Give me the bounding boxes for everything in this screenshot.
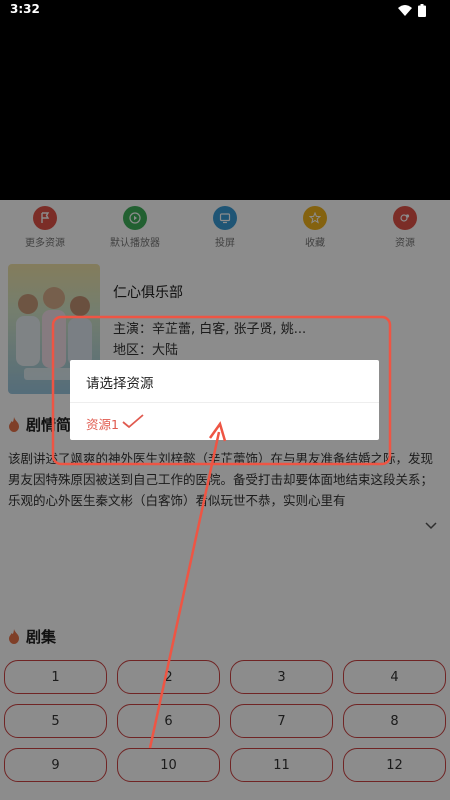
battery-icon xyxy=(418,3,426,17)
video-player[interactable] xyxy=(0,22,450,200)
checkmark-icon xyxy=(122,414,144,429)
source-option-label: 资源1 xyxy=(86,417,119,432)
select-source-dialog: 请选择资源 资源1 xyxy=(70,360,379,440)
wifi-icon xyxy=(398,5,412,16)
status-icons xyxy=(398,3,426,17)
modal-overlay[interactable] xyxy=(0,200,450,800)
dialog-title: 请选择资源 xyxy=(86,376,154,392)
status-bar: 3:32 xyxy=(0,0,450,22)
status-time: 3:32 xyxy=(10,2,40,16)
source-option[interactable]: 资源1 xyxy=(70,403,379,440)
